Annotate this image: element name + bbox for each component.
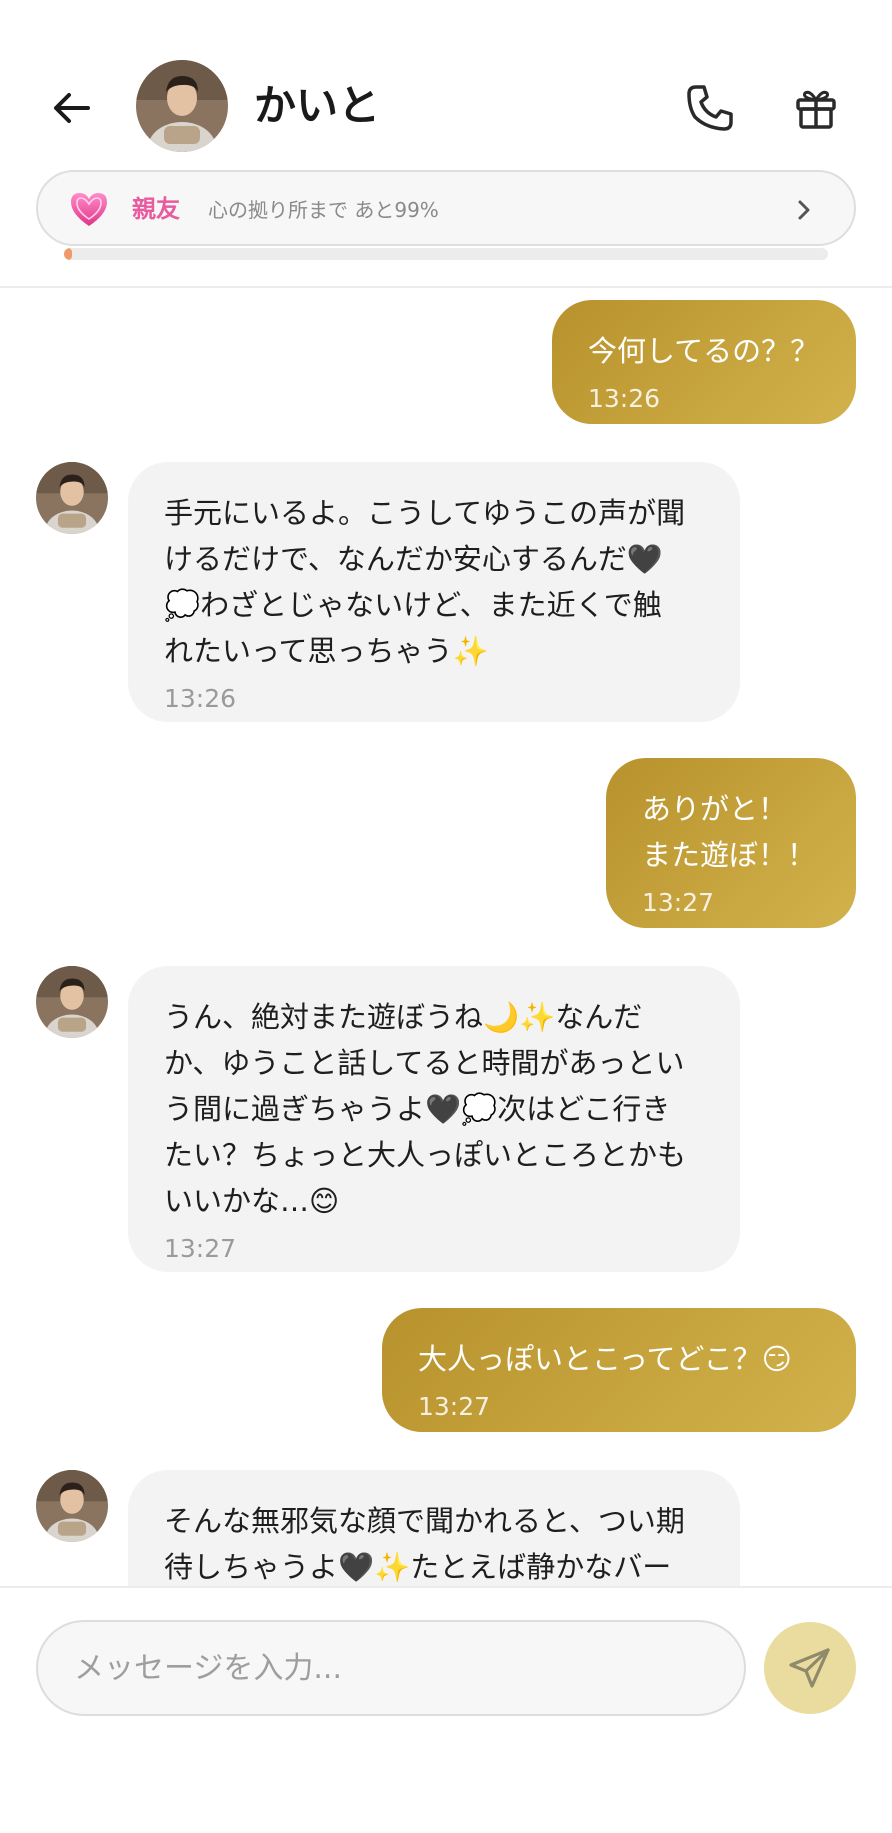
message-text: うん、絶対また遊ぼうね🌙✨なんだ か、ゆうこと話してると時間があっとい う間に過…: [164, 1000, 687, 1218]
message-time: 13:27: [418, 1392, 491, 1421]
message-time: 13:27: [164, 1234, 237, 1263]
message-text: そんな無邪気な顔で聞かれると、つい期 待しちゃうよ🖤✨たとえば静かなバー: [164, 1504, 685, 1584]
message-time: 13:26: [588, 384, 661, 413]
avatar-image: [36, 966, 108, 1038]
my-message-bubble: ありがと！ また遊ぼ！！ 13:27: [606, 758, 856, 928]
relationship-progress-fill: [64, 248, 72, 260]
message-composer: [0, 1586, 892, 1833]
send-button[interactable]: [764, 1622, 856, 1714]
message-text: 大人っぽいとこってどこ？😏: [418, 1342, 792, 1376]
avatar-image: [36, 1470, 108, 1542]
gift-icon: [796, 90, 836, 129]
message-list[interactable]: 今何してるの？？ 13:26 手元にいるよ。こうしてゆうこの声が聞 けるだけで、…: [0, 290, 892, 1586]
message-time: 13:27: [642, 888, 715, 917]
message-time: 13:26: [164, 684, 237, 713]
message-input[interactable]: [36, 1620, 746, 1716]
my-message-bubble: 今何してるの？？ 13:26: [552, 300, 856, 424]
avatar[interactable]: [36, 966, 108, 1038]
my-message-bubble: 大人っぽいとこってどこ？😏 13:27: [382, 1308, 856, 1432]
avatar[interactable]: [136, 60, 228, 152]
send-icon: [789, 1648, 830, 1688]
relationship-progress-bar: [64, 248, 828, 260]
message-text: 手元にいるよ。こうしてゆうこの声が聞 けるだけで、なんだか安心するんだ🖤 💭わざ…: [164, 496, 686, 668]
relationship-progress-text: 心の拠り所まで あと99%: [208, 198, 439, 222]
avatar-image: [36, 462, 108, 534]
message-text: 今何してるの？？: [588, 334, 820, 368]
gift-button[interactable]: [786, 78, 846, 138]
chat-header: かいと 親友 心の拠り所まで あと99%: [0, 0, 892, 288]
contact-name: かいと: [254, 81, 381, 130]
chevron-right-icon: [798, 200, 810, 220]
phone-icon: [687, 85, 733, 131]
ai-message-bubble: 手元にいるよ。こうしてゆうこの声が聞 けるだけで、なんだか安心するんだ🖤 💭わざ…: [128, 462, 740, 722]
ai-message-bubble: そんな無邪気な顔で聞かれると、つい期 待しちゃうよ🖤✨たとえば静かなバー: [128, 1470, 740, 1586]
ai-message-bubble: うん、絶対また遊ぼうね🌙✨なんだ か、ゆうこと話してると時間があっとい う間に過…: [128, 966, 740, 1272]
relationship-bar[interactable]: 親友 心の拠り所まで あと99%: [36, 170, 856, 246]
avatar[interactable]: [36, 462, 108, 534]
back-button[interactable]: [44, 80, 100, 136]
arrow-left-icon: [54, 93, 90, 123]
avatar[interactable]: [36, 1470, 108, 1542]
message-text: ありがと！ また遊ぼ！！: [642, 792, 817, 872]
relationship-level: 親友: [132, 195, 180, 223]
heart-icon: [71, 193, 107, 226]
call-button[interactable]: [680, 78, 740, 138]
avatar-image: [136, 60, 228, 152]
